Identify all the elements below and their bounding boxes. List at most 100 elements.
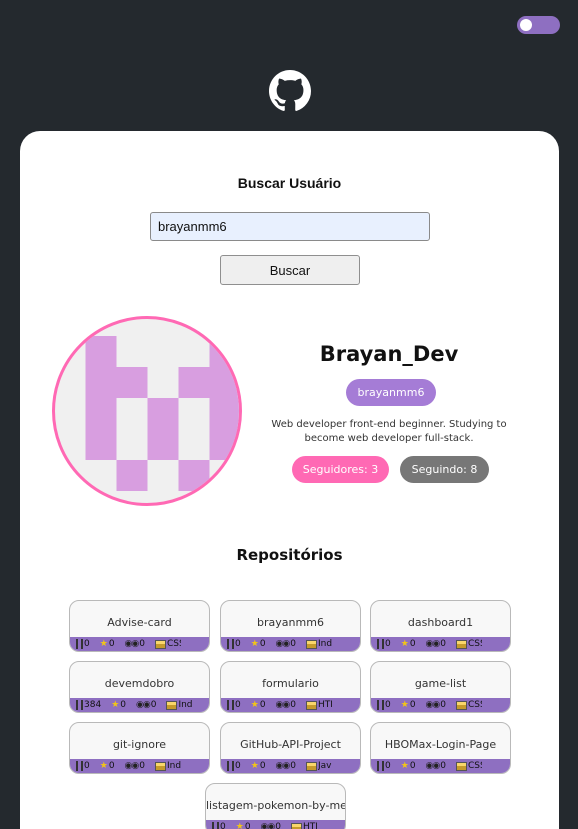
forks-stat: 0	[227, 639, 241, 649]
language-stat: HTM	[306, 700, 332, 710]
login-badge[interactable]: brayanmm6	[346, 379, 436, 406]
repo-card[interactable]: devemdobro384★0◉◉0Indi	[69, 661, 210, 713]
fork-icon	[377, 639, 384, 649]
watchers-stat: ◉◉ 0	[276, 761, 296, 771]
search-button[interactable]: Buscar	[220, 255, 360, 285]
language-count: Java	[318, 761, 332, 771]
watchers-stat: ◉◉ 0	[426, 700, 446, 710]
language-count: CSS	[468, 700, 482, 710]
following-badge[interactable]: Seguindo: 8	[400, 456, 489, 483]
avatar	[52, 316, 242, 506]
repos-title: Repositórios	[236, 546, 343, 564]
repo-stats-bar: 0★0◉◉0Indi	[70, 759, 209, 773]
fork-icon	[76, 700, 83, 710]
forks-stat: 0	[76, 639, 90, 649]
language-stat: Indi	[166, 700, 192, 710]
repo-card[interactable]: Advise-card0★0◉◉0CSS	[69, 600, 210, 652]
language-icon	[291, 822, 302, 829]
stars-stat: ★ 0	[100, 761, 115, 771]
language-icon	[306, 639, 317, 649]
stars-stat: ★ 0	[100, 639, 115, 649]
repo-name: devemdobro	[104, 677, 175, 690]
watchers-count: 0	[139, 761, 145, 771]
stars-count: 0	[259, 639, 266, 649]
stars-count: 0	[108, 761, 115, 771]
repo-card[interactable]: listagem-pokemon-by-me0★0◉◉0HTM	[205, 783, 346, 829]
repo-name: dashboard1	[407, 616, 474, 629]
identicon-block	[85, 367, 117, 398]
watchers-count: 0	[139, 639, 145, 649]
watchers-count: 0	[440, 639, 446, 649]
eyes-icon: ◉◉	[124, 761, 140, 771]
identicon-block	[209, 398, 239, 429]
repo-card[interactable]: brayanmm60★0◉◉0Indi	[220, 600, 361, 652]
watchers-count: 0	[290, 639, 296, 649]
fork-icon	[227, 639, 234, 649]
watchers-count: 0	[290, 700, 296, 710]
forks-count: 0	[235, 639, 241, 649]
fork-icon	[76, 639, 83, 649]
language-icon	[155, 761, 166, 771]
watchers-count: 0	[150, 700, 157, 710]
forks-stat: 0	[212, 822, 226, 829]
watchers-stat: ◉◉ 0	[426, 761, 446, 771]
repo-stats-bar: 0★0◉◉0CSS	[371, 637, 510, 651]
language-icon	[456, 639, 467, 649]
repo-name: formulario	[262, 677, 319, 690]
language-icon	[456, 761, 467, 771]
language-stat: CSS	[456, 761, 482, 771]
repo-name: Advise-card	[107, 616, 172, 629]
language-count: CSS	[468, 761, 482, 771]
star-icon: ★	[400, 700, 409, 710]
stars-stat: ★ 0	[236, 822, 251, 829]
stars-stat: ★ 0	[401, 700, 416, 710]
language-stat: Indi	[155, 761, 181, 771]
repo-stats-bar: 0★0◉◉0HTM	[206, 820, 345, 829]
identicon-block	[209, 336, 239, 367]
identicon-block	[147, 398, 179, 429]
forks-stat: 0	[76, 761, 90, 771]
theme-toggle[interactable]	[517, 16, 560, 34]
repo-card[interactable]: GitHub-API-Project0★0◉◉0Java	[220, 722, 361, 774]
eyes-icon: ◉◉	[124, 639, 140, 649]
search-input[interactable]	[150, 212, 430, 241]
eyes-icon: ◉◉	[425, 639, 441, 649]
identicon-block	[85, 336, 117, 367]
language-count: Indi	[167, 761, 181, 771]
language-count: HTM	[318, 700, 332, 710]
star-icon: ★	[111, 700, 120, 710]
repo-card[interactable]: dashboard10★0◉◉0CSS	[370, 600, 511, 652]
repo-card[interactable]: game-list0★0◉◉0CSS	[370, 661, 511, 713]
language-stat: CSS	[456, 700, 482, 710]
eyes-icon: ◉◉	[425, 761, 441, 771]
forks-stat: 0	[377, 761, 391, 771]
language-count: Indi	[318, 639, 332, 649]
forks-count: 0	[220, 822, 226, 829]
followers-badge[interactable]: Seguidores: 3	[292, 456, 389, 483]
watchers-stat: ◉◉ 0	[136, 700, 156, 710]
forks-stat: 0	[377, 700, 391, 710]
language-stat: Java	[306, 761, 332, 771]
repo-card[interactable]: git-ignore0★0◉◉0Indi	[69, 722, 210, 774]
identicon-block	[116, 460, 148, 491]
forks-stat: 0	[227, 700, 241, 710]
eyes-icon: ◉◉	[275, 700, 291, 710]
watchers-stat: ◉◉ 0	[426, 639, 446, 649]
repo-card[interactable]: HBOMax-Login-Page0★0◉◉0CSS	[370, 722, 511, 774]
repo-name: HBOMax-Login-Page	[384, 738, 497, 751]
star-icon: ★	[250, 700, 259, 710]
profile-name: Brayan_Dev	[319, 342, 459, 366]
identicon-image	[85, 336, 239, 491]
repo-name: GitHub-API-Project	[240, 738, 341, 751]
star-icon: ★	[99, 639, 108, 649]
language-stat: CSS	[155, 639, 181, 649]
repo-card[interactable]: formulario0★0◉◉0HTM	[220, 661, 361, 713]
stars-stat: ★ 0	[251, 761, 266, 771]
identicon-block	[116, 367, 148, 398]
stars-stat: ★ 0	[251, 639, 266, 649]
forks-count: 0	[84, 639, 90, 649]
repo-stats-bar: 0 ★0 ◉◉0 CSS	[371, 698, 510, 712]
star-icon: ★	[400, 639, 409, 649]
identicon-block	[85, 398, 117, 429]
watchers-stat: ◉◉ 0	[125, 639, 145, 649]
